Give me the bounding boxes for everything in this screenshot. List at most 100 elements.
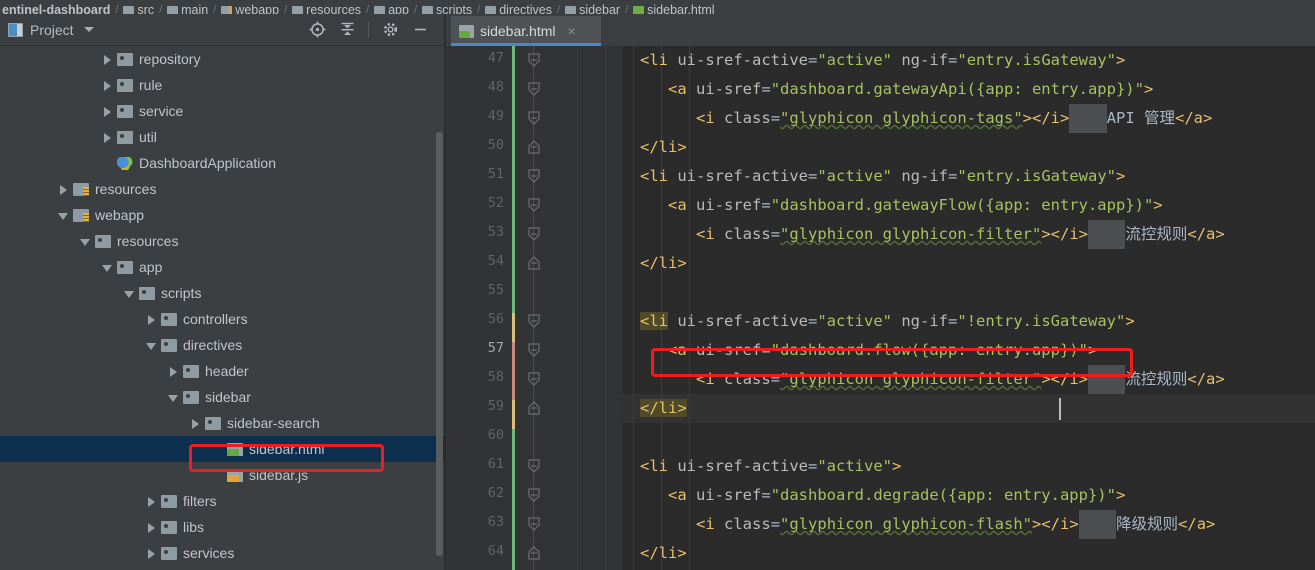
chevron-right-icon[interactable] — [168, 366, 179, 377]
gear-icon[interactable] — [376, 17, 404, 43]
chevron-right-icon[interactable] — [190, 418, 201, 429]
breadcrumb-item-5[interactable]: app — [374, 3, 409, 14]
tree-item-repository[interactable]: repository — [0, 46, 444, 72]
code-fold-marker[interactable] — [526, 517, 542, 531]
code-line[interactable]: <a ui-sref="dashboard.gatewayFlow({app: … — [622, 191, 1315, 220]
tree-item-directives[interactable]: directives — [0, 332, 444, 358]
code-fold-marker[interactable] — [526, 111, 542, 125]
tree-item-label: sidebar.js — [249, 467, 309, 483]
project-title-group[interactable]: Project — [0, 22, 94, 38]
code-fold-marker[interactable] — [526, 198, 542, 212]
code-fold-marker[interactable] — [526, 227, 542, 241]
chevron-right-icon[interactable] — [102, 106, 113, 117]
code-fold-marker[interactable] — [526, 546, 542, 560]
code-line[interactable]: <a ui-sref="dashboard.degrade({app: entr… — [622, 481, 1315, 510]
breadcrumb-item-1[interactable]: src — [123, 3, 154, 14]
code-fold-marker[interactable] — [526, 140, 542, 154]
tree-item-libs[interactable]: libs — [0, 514, 444, 540]
code-line[interactable]: <i class="glyphicon glyphicon-flash"></i… — [622, 510, 1315, 539]
chevron-right-icon[interactable] — [146, 496, 157, 507]
code-line[interactable]: <li ui-sref-active="active"> — [622, 452, 1315, 481]
code-editor[interactable]: 47 48 49 50 51 52 53 54 55 56 57 58 59 60 61 62 63 64 <li… — [446, 46, 1315, 570]
chevron-right-icon[interactable] — [102, 54, 113, 65]
code-fold-marker[interactable] — [526, 169, 542, 183]
breadcrumb-item-0[interactable]: entinel-dashboard — [2, 3, 110, 14]
tree-item-sidebar[interactable]: sidebar — [0, 384, 444, 410]
code-content[interactable]: <li ui-sref-active="active" ng-if="entry… — [622, 46, 1315, 570]
project-tree-scrollbar[interactable] — [436, 132, 443, 556]
chevron-right-icon[interactable] — [102, 80, 113, 91]
code-line[interactable]: </li> — [622, 394, 1315, 423]
vcs-change-marker-modified[interactable] — [512, 313, 515, 342]
breadcrumb-item-4[interactable]: resources — [292, 3, 361, 14]
chevron-right-icon[interactable] — [146, 548, 157, 559]
tree-item-filters[interactable]: filters — [0, 488, 444, 514]
close-icon[interactable]: × — [567, 24, 575, 38]
tree-item-webapp[interactable]: webapp — [0, 202, 444, 228]
locate-target-icon[interactable] — [303, 17, 331, 43]
code-line[interactable]: <i class="glyphicon glyphicon-tags"></i>… — [622, 104, 1315, 133]
code-fold-marker[interactable] — [526, 401, 542, 415]
code-line[interactable]: </li> — [622, 133, 1315, 162]
chevron-down-icon[interactable] — [102, 262, 113, 273]
chevron-right-icon[interactable] — [146, 522, 157, 533]
code-line[interactable]: <li ui-sref-active="active" ng-if="!entr… — [622, 307, 1315, 336]
tree-item-sidebar-js[interactable]: sidebar.js — [0, 462, 444, 488]
collapse-all-icon[interactable] — [333, 17, 361, 43]
code-line[interactable]: <a ui-sref="dashboard.flow({app: entry.a… — [622, 336, 1315, 365]
tree-item-scripts[interactable]: scripts — [0, 280, 444, 306]
tree-item-header[interactable]: header — [0, 358, 444, 384]
chevron-down-icon[interactable] — [124, 288, 135, 299]
chevron-down-icon[interactable] — [146, 340, 157, 351]
tree-item-dashboardapplication[interactable]: DashboardApplication — [0, 150, 444, 176]
minimize-icon[interactable] — [406, 17, 434, 43]
breadcrumb-item-6[interactable]: scripts — [422, 3, 472, 14]
code-line[interactable]: <li ui-sref-active="active" ng-if="entry… — [622, 162, 1315, 191]
vcs-change-marker-modified[interactable] — [512, 400, 515, 429]
code-line[interactable] — [622, 423, 1315, 452]
code-fold-marker[interactable] — [526, 372, 542, 386]
chevron-down-icon[interactable] — [80, 236, 91, 247]
vcs-change-marker-modified[interactable] — [512, 342, 515, 400]
editor-gutter[interactable]: 47 48 49 50 51 52 53 54 55 56 57 58 59 60 61 62 63 64 — [446, 46, 622, 570]
project-tree[interactable]: repository rule service util DashboardApplic… — [0, 46, 444, 570]
chevron-down-icon[interactable] — [83, 27, 94, 32]
tab-sidebar-html[interactable]: sidebar.html × — [451, 16, 601, 46]
code-line[interactable]: </li> — [622, 249, 1315, 278]
code-line[interactable] — [622, 278, 1315, 307]
code-fold-marker[interactable] — [526, 82, 542, 96]
breadcrumb-item-3[interactable]: webapp — [221, 3, 279, 14]
chevron-down-icon[interactable] — [168, 392, 179, 403]
code-fold-marker[interactable] — [526, 343, 542, 357]
chevron-right-icon[interactable] — [58, 184, 69, 195]
code-fold-marker[interactable] — [526, 53, 542, 67]
vcs-change-marker-added[interactable] — [512, 46, 515, 570]
code-fold-marker[interactable] — [526, 459, 542, 473]
tree-item-rule[interactable]: rule — [0, 72, 444, 98]
code-fold-marker[interactable] — [526, 256, 542, 270]
tree-item-services[interactable]: services — [0, 540, 444, 566]
chevron-down-icon[interactable] — [58, 210, 69, 221]
tree-item-resources[interactable]: resources — [0, 176, 444, 202]
tree-item-sidebar-html[interactable]: sidebar.html — [0, 436, 444, 462]
tree-item-sidebar-search[interactable]: sidebar-search — [0, 410, 444, 436]
code-line[interactable]: <i class="glyphicon glyphicon-filter"></… — [622, 220, 1315, 249]
tree-item-app[interactable]: app — [0, 254, 444, 280]
code-fold-marker[interactable] — [526, 488, 542, 502]
breadcrumb[interactable]: entinel-dashboard / src / main / webapp … — [0, 0, 1315, 14]
breadcrumb-item-7[interactable]: directives — [485, 3, 552, 14]
chevron-right-icon[interactable] — [146, 314, 157, 325]
tree-item-resources[interactable]: resources — [0, 228, 444, 254]
tree-item-controllers[interactable]: controllers — [0, 306, 444, 332]
code-line[interactable]: <a ui-sref="dashboard.gatewayApi({app: e… — [622, 75, 1315, 104]
breadcrumb-item-8[interactable]: sidebar — [565, 3, 620, 14]
code-line[interactable]: </li> — [622, 539, 1315, 568]
code-line[interactable]: <li ui-sref-active="active" ng-if="entry… — [622, 46, 1315, 75]
chevron-right-icon[interactable] — [102, 132, 113, 143]
tree-item-util[interactable]: util — [0, 124, 444, 150]
breadcrumb-item-2[interactable]: main — [167, 3, 208, 14]
tree-item-service[interactable]: service — [0, 98, 444, 124]
code-fold-marker[interactable] — [526, 314, 542, 328]
code-line[interactable]: <i class="glyphicon glyphicon-filter"></… — [622, 365, 1315, 394]
breadcrumb-item-9[interactable]: sidebar.html — [633, 3, 715, 14]
